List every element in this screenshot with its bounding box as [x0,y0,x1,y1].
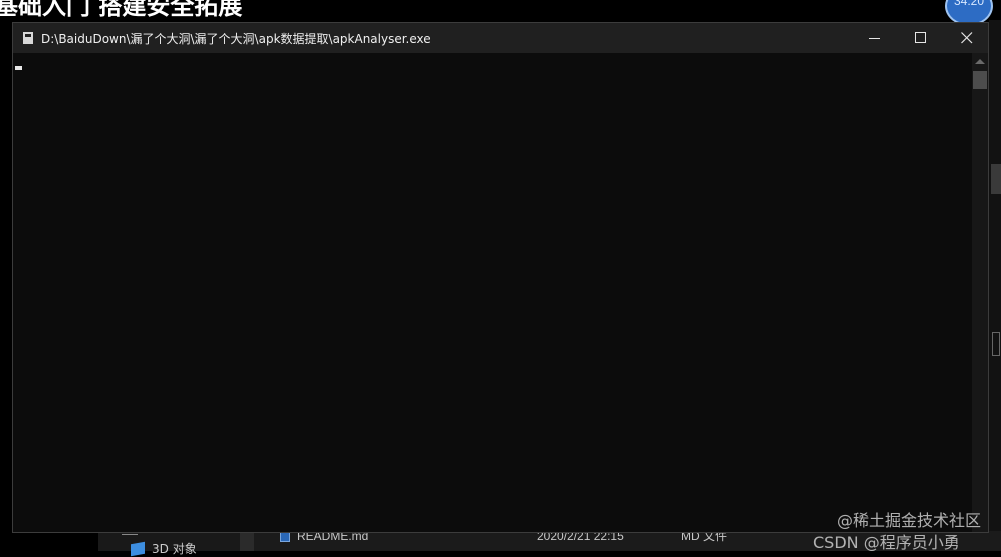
background-scroll-thumb [991,164,1001,194]
console-output-area[interactable] [13,53,972,532]
explorer-nav-pane: 3D 对象 [98,531,240,557]
scrollbar-thumb[interactable] [973,71,987,89]
nav-divider [122,534,138,535]
title-bar[interactable]: D:\BaiduDown\漏了个大洞\漏了个大洞\apk数据提取\apkAnal… [13,23,988,53]
window-title: D:\BaiduDown\漏了个大洞\漏了个大洞\apk数据提取\apkAnal… [41,32,431,46]
minimize-button[interactable] [852,23,898,53]
scroll-up-arrow-icon[interactable] [975,59,985,64]
3d-objects-icon [131,541,145,557]
watermark: @稀土掘金技术社区 CSDN @程序员小勇 [813,510,981,554]
background-scroll-strip [989,20,1001,531]
close-button[interactable] [944,23,990,53]
nav-item-3d-objects[interactable]: 3D 对象 [152,540,197,557]
close-icon [961,32,973,44]
watermark-juejin: @稀土掘金技术社区 [837,511,982,530]
maximize-button[interactable] [898,23,944,53]
text-cursor [15,66,22,70]
console-window[interactable]: D:\BaiduDown\漏了个大洞\漏了个大洞\apk数据提取\apkAnal… [12,22,989,533]
console-app-icon[interactable] [23,32,33,44]
vertical-scrollbar[interactable] [972,53,988,532]
article-title: 基础入门 搭建安全拓展 [0,0,243,20]
minimize-icon [869,38,880,39]
background-panel-handle [992,332,1000,356]
explorer-nav-scrollbar[interactable] [240,531,254,551]
maximize-icon [915,32,926,43]
